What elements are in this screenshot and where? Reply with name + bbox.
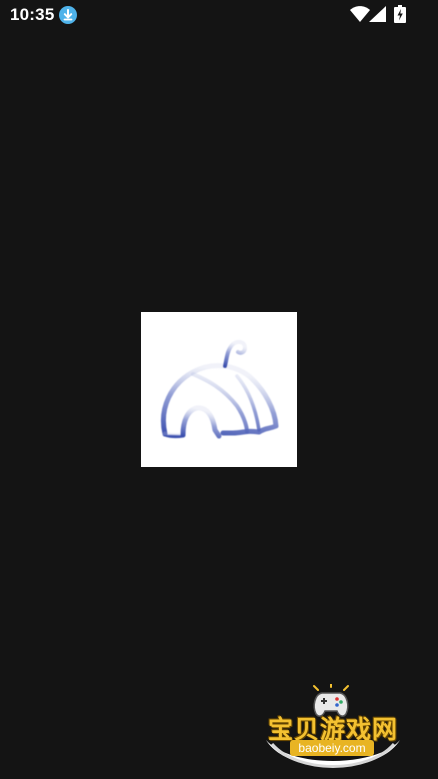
cellular-signal-icon <box>369 6 386 22</box>
app-splash-logo <box>141 312 297 467</box>
status-time: 10:35 <box>10 5 55 24</box>
download-notification-icon <box>59 6 77 24</box>
site-watermark: 宝贝游戏网 baobeiy.com <box>258 682 408 779</box>
wifi-icon <box>350 6 370 22</box>
status-bar: 10:35 <box>0 0 438 30</box>
igloo-tent-logo-icon <box>161 339 279 439</box>
watermark-url: baobeiy.com <box>290 740 374 756</box>
battery-charging-icon <box>394 5 406 23</box>
